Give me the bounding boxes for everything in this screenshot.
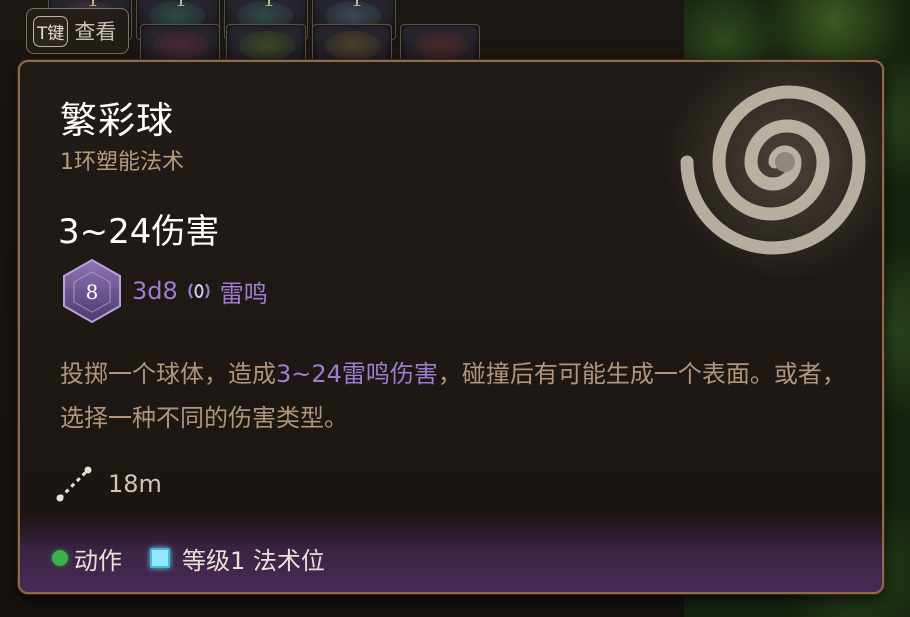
spell-title: 繁彩球 (60, 99, 174, 142)
spell-damage: 3~24伤害 (58, 212, 220, 252)
damage-dice-row: 8 3d8 雷鸣 (60, 258, 268, 324)
spell-slot-cost-label: 等级1 法术位 (182, 546, 325, 575)
description-highlight: 3~24雷鸣伤害 (276, 360, 438, 388)
examine-key: T键 (33, 15, 69, 47)
spell-costs: 动作 等级1 法术位 (52, 538, 325, 578)
spell-art-spiral-icon (665, 62, 882, 282)
range-icon (56, 466, 92, 502)
description-text: 投掷一个球体，造成 (60, 360, 276, 388)
slot-item-icon (239, 31, 295, 61)
examine-hint[interactable]: T键 查看 (26, 8, 130, 54)
action-cost-label: 动作 (74, 546, 122, 575)
spell-range: 18m (54, 464, 162, 504)
action-resource-icon (52, 550, 68, 566)
spell-slot-icon (150, 548, 170, 568)
d8-die-icon: 8 (63, 258, 121, 324)
damage-type: 雷鸣 (219, 279, 268, 308)
examine-label: 查看 (74, 20, 117, 44)
spell-tooltip: 繁彩球 1环塑能法术 3~24伤害 8 3d8 雷鸣 投掷一个球体，造成3~24… (18, 60, 884, 594)
dice-expression: 3d8 (132, 277, 178, 305)
slot-item-icon (153, 31, 209, 61)
spell-level-school: 1环塑能法术 (60, 150, 184, 175)
thunder-icon (188, 283, 210, 299)
spell-description: 投掷一个球体，造成3~24雷鸣伤害，碰撞后有可能生成一个表面。或者，选择一种不同… (60, 352, 850, 440)
slot-item-icon (413, 31, 469, 61)
die-face: 8 (86, 280, 99, 304)
slot-item-icon (325, 31, 381, 61)
range-value: 18m (108, 470, 162, 498)
